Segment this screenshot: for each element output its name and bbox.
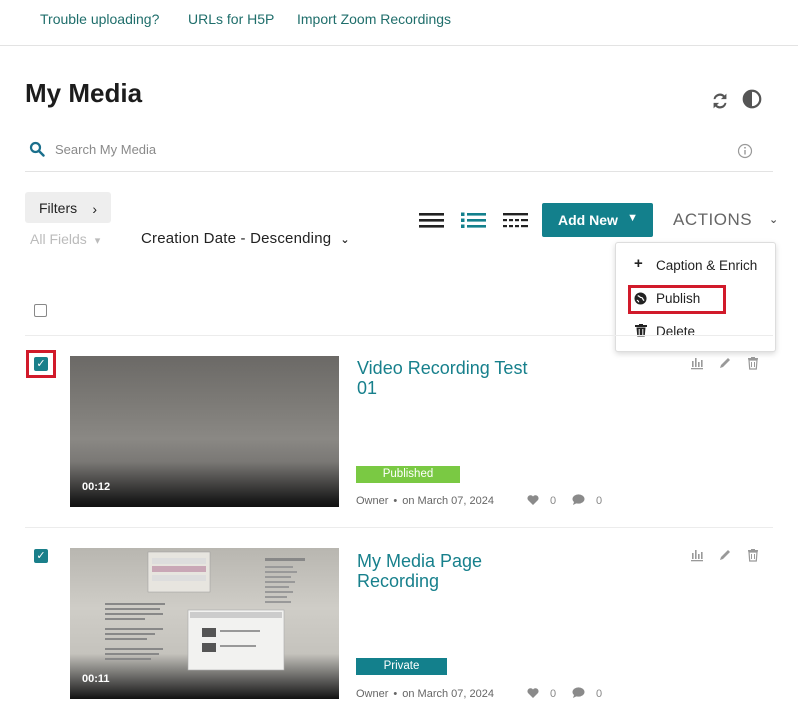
refresh-icon[interactable] (709, 90, 731, 112)
urls-for-h5p-link[interactable]: URLs for H5P (188, 11, 274, 27)
menu-item-label: Caption & Enrich (656, 258, 758, 273)
checkbox-highlight (26, 350, 56, 378)
sort-dropdown[interactable]: Creation Date - Descending ⌄ (141, 230, 350, 247)
status-badge: Published (356, 466, 460, 483)
chevron-down-icon: ▼ (627, 212, 638, 224)
chevron-down-icon: ⌄ (769, 214, 779, 226)
chevron-down-icon: ▾ (94, 235, 101, 247)
menu-item-label: Delete (656, 324, 696, 339)
media-title-link[interactable]: My Media Page Recording (357, 551, 537, 591)
menu-item-caption-enrich[interactable]: + Caption & Enrich (616, 253, 776, 281)
filters-button[interactable]: Filters › (25, 192, 111, 223)
plus-icon: + (634, 255, 643, 272)
media-thumbnail[interactable]: 00:12 (70, 356, 339, 507)
list-view-icon[interactable] (418, 210, 446, 230)
add-new-button[interactable]: Add New ▼ (542, 203, 653, 237)
all-fields-label: All Fields (30, 231, 87, 247)
edit-icon[interactable] (718, 356, 732, 370)
filters-label: Filters (39, 200, 78, 216)
actions-button[interactable]: ACTIONS ⌄ (673, 210, 778, 230)
status-badge: Private (356, 658, 447, 675)
all-fields-dropdown[interactable]: All Fields ▾ (30, 231, 100, 247)
likes-count: 0 (550, 495, 557, 507)
trash-icon[interactable] (746, 548, 760, 562)
media-title-link[interactable]: Video Recording Test 01 (357, 358, 537, 398)
heart-icon (527, 495, 539, 505)
comments-count: 0 (596, 495, 603, 507)
actions-label: ACTIONS (673, 210, 753, 229)
top-nav: Trouble uploading? URLs for H5P Import Z… (0, 0, 798, 46)
comment-icon (572, 494, 585, 505)
media-meta: Owner • on March 07, 2024 (356, 688, 494, 700)
owner-label: Owner (356, 495, 389, 507)
media-meta: Owner • on March 07, 2024 (356, 495, 494, 507)
search-icon (29, 141, 45, 157)
import-zoom-recordings-link[interactable]: Import Zoom Recordings (297, 11, 451, 27)
edit-icon[interactable] (718, 548, 732, 562)
comment-icon (572, 687, 585, 698)
divider (25, 527, 773, 528)
info-icon[interactable] (737, 143, 753, 159)
trouble-uploading-link[interactable]: Trouble uploading? (40, 11, 159, 27)
detailed-view-icon[interactable] (460, 210, 488, 230)
add-new-label: Add New (558, 212, 618, 228)
media-thumbnail[interactable]: 00:11 (70, 548, 339, 699)
divider (25, 335, 773, 336)
date-label: on March 07, 2024 (402, 495, 494, 507)
menu-item-delete[interactable]: Delete (616, 319, 776, 347)
analytics-icon[interactable] (690, 356, 704, 370)
comments-count: 0 (596, 688, 603, 700)
select-all-checkbox[interactable] (34, 304, 47, 317)
chevron-right-icon: › (92, 201, 97, 217)
search-input[interactable] (55, 138, 705, 160)
date-label: on March 07, 2024 (402, 688, 494, 700)
owner-label: Owner (356, 688, 389, 700)
chevron-down-icon: ⌄ (340, 234, 350, 246)
heart-icon (527, 688, 539, 698)
publish-highlight (628, 285, 726, 314)
thumbnail-screenshot (105, 551, 305, 671)
row-checkbox[interactable]: ✓ (34, 549, 48, 563)
trash-icon[interactable] (746, 356, 760, 370)
duration-label: 00:12 (82, 481, 111, 493)
search-bar (25, 136, 773, 172)
likes-count: 0 (550, 688, 557, 700)
contrast-icon[interactable] (741, 88, 763, 110)
analytics-icon[interactable] (690, 548, 704, 562)
compact-view-icon[interactable] (502, 210, 530, 230)
duration-label: 00:11 (82, 673, 110, 685)
sort-label: Creation Date - Descending (141, 230, 332, 247)
page-title: My Media (25, 78, 143, 108)
